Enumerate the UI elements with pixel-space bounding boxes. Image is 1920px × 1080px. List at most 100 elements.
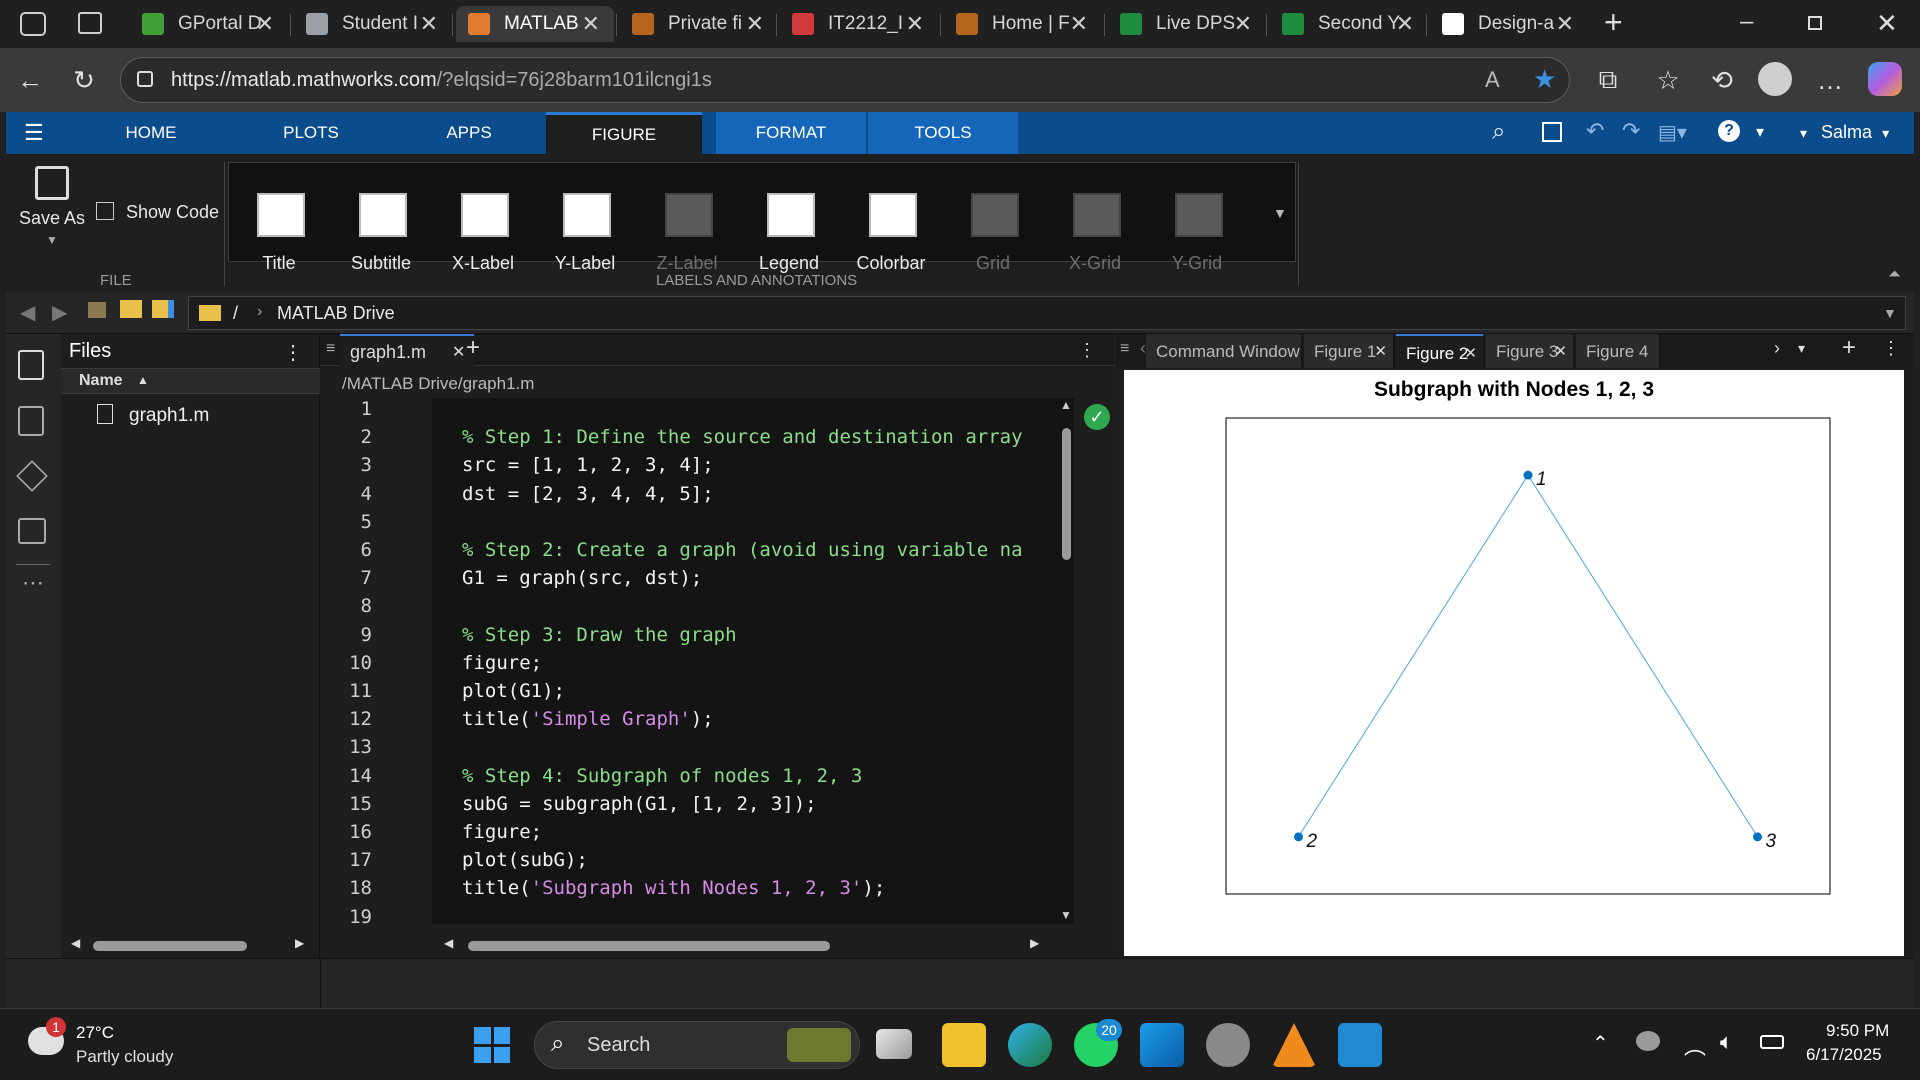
graph-node-2[interactable] (1293, 832, 1303, 842)
favorites-icon[interactable]: ☆ (1650, 62, 1686, 98)
graph-plot[interactable]: 1 2 3 (1124, 370, 1904, 956)
close-icon[interactable]: ✕ (1554, 342, 1567, 360)
figure-tab[interactable]: Figure 4 (1576, 334, 1660, 368)
code-line[interactable]: G1 = graph(src, dst); (462, 567, 702, 589)
close-icon[interactable]: ✕ (1396, 11, 1414, 37)
close-icon[interactable]: ✕ (452, 342, 465, 362)
close-icon[interactable]: ✕ (582, 11, 600, 37)
tab-graph1-m[interactable]: graph1.m ✕ (340, 334, 474, 366)
close-icon[interactable]: ✕ (420, 11, 438, 37)
graph-node-1[interactable] (1523, 470, 1533, 480)
tab-actions-icon[interactable] (78, 12, 102, 34)
url-text[interactable]: https://matlab.mathworks.com/?elqsid=76j… (171, 69, 712, 92)
close-window-button[interactable]: ✕ (1876, 8, 1898, 39)
code-line[interactable]: % Step 2: Create a graph (avoid using va… (462, 539, 1023, 561)
code-line[interactable]: % Step 1: Define the source and destinat… (462, 426, 1023, 448)
search-icon[interactable]: ⌕ (1492, 118, 1505, 146)
graph-node-3[interactable] (1753, 832, 1763, 842)
ribbon-button-0[interactable]: Title (229, 173, 329, 273)
task-view-icon[interactable] (876, 1029, 912, 1059)
ribbon-button-6[interactable]: Colorbar (841, 173, 941, 273)
more-menu-icon[interactable]: … (1812, 62, 1848, 98)
ribbon-button-7[interactable]: Grid (943, 173, 1043, 273)
horizontal-scrollbar[interactable]: ◀ ▶ (444, 936, 1044, 952)
browser-tab[interactable]: Live DPS ✕ (1108, 6, 1266, 42)
back-arrow-icon[interactable]: ◀ (20, 300, 35, 325)
close-icon[interactable]: ✕ (1234, 11, 1252, 37)
tabs-scroll-right-icon[interactable]: › (1774, 338, 1780, 359)
wifi-icon[interactable]: ︵ (1684, 1029, 1706, 1061)
ribbon-button-5[interactable]: Legend (739, 173, 839, 273)
code-line[interactable]: dst = [2, 3, 4, 4, 5]; (462, 483, 714, 505)
hamburger-menu-icon[interactable]: ☰ (24, 120, 44, 146)
address-bar[interactable]: https://matlab.mathworks.com/?elqsid=76j… (120, 57, 1570, 103)
browser-tab[interactable]: Design-a ✕ (1430, 6, 1588, 42)
figure-tab[interactable]: Figure 3 ✕ (1486, 334, 1574, 368)
code-line[interactable]: plot(G1); (462, 680, 565, 702)
forward-arrow-icon[interactable]: ▶ (52, 300, 67, 325)
panel-menu-icon[interactable]: ≡ (1120, 340, 1129, 358)
workspace-icon[interactable] (18, 406, 44, 436)
vertical-scrollbar[interactable]: ▲ ▼ (1058, 398, 1074, 924)
new-folder-icon[interactable] (120, 300, 142, 318)
help-icon[interactable]: ? (1718, 120, 1740, 142)
editor-options-icon[interactable]: ⋮ (1078, 340, 1096, 361)
figure-tab[interactable]: Command Window (1146, 334, 1302, 368)
gallery-expand-icon[interactable]: ▼ (1273, 205, 1287, 221)
close-icon[interactable]: ✕ (1374, 342, 1387, 360)
code-line[interactable]: figure; (462, 652, 542, 674)
show-code-checkbox[interactable] (96, 202, 114, 220)
code-line[interactable]: figure; (462, 821, 542, 843)
clock-date[interactable]: 6/17/2025 (1806, 1045, 1882, 1065)
save-as-button[interactable]: Save As ▼ (12, 166, 92, 266)
collapse-ribbon-icon[interactable]: ⏶ (1888, 266, 1901, 284)
browser-tab[interactable]: MATLAB ✕ (456, 6, 614, 42)
battery-icon[interactable] (1760, 1035, 1784, 1049)
command-history-icon[interactable] (18, 518, 46, 544)
browse-folder-icon[interactable] (152, 300, 174, 318)
browser-tab[interactable]: Student I ✕ (294, 6, 452, 42)
ribbon-button-3[interactable]: Y-Label (535, 173, 635, 273)
chevron-down-icon[interactable]: ▼ (1883, 305, 1897, 321)
show-hidden-icons[interactable]: ⌃ (1592, 1031, 1609, 1056)
close-icon[interactable]: ✕ (746, 11, 764, 37)
redo-icon[interactable]: ↷ (1622, 118, 1640, 144)
undo-icon[interactable]: ↶ (1586, 118, 1604, 144)
workspaces-icon[interactable] (20, 12, 46, 36)
profile-avatar[interactable] (1758, 62, 1792, 96)
tab-home[interactable]: HOME (86, 112, 216, 154)
save-icon[interactable] (1542, 122, 1562, 142)
browser-tab[interactable]: Private fi ✕ (620, 6, 778, 42)
extensions-icon[interactable]: ⧉ (1590, 62, 1626, 98)
browser-tab[interactable]: GPortal D ✕ (130, 6, 288, 42)
photos-icon[interactable] (1140, 1023, 1184, 1067)
files-panel-icon[interactable] (18, 350, 44, 380)
code-line[interactable]: src = [1, 1, 2, 3, 4]; (462, 454, 714, 476)
back-button[interactable]: ← (12, 62, 48, 98)
ribbon-button-2[interactable]: X-Label (433, 173, 533, 273)
tab-format[interactable]: FORMAT (716, 112, 866, 154)
horizontal-scrollbar[interactable]: ◀ ▶ (71, 936, 311, 952)
ribbon-button-9[interactable]: Y-Grid (1147, 173, 1247, 273)
code-analyzer-ok-icon[interactable]: ✓ (1084, 404, 1110, 430)
network-status-icon[interactable] (1636, 1031, 1660, 1051)
close-icon[interactable]: ✕ (906, 11, 924, 37)
ribbon-button-4[interactable]: Z-Label (637, 173, 737, 273)
settings-gear-icon[interactable] (1206, 1023, 1250, 1067)
close-icon[interactable]: ✕ (1556, 11, 1574, 37)
tab-tools[interactable]: TOOLS (868, 112, 1018, 154)
tabs-list-icon[interactable]: ▾ (1798, 340, 1805, 357)
clock-time[interactable]: 9:50 PM (1826, 1021, 1889, 1041)
new-file-tab-button[interactable]: + (466, 334, 480, 362)
path-folder[interactable]: MATLAB Drive (277, 303, 395, 324)
close-icon[interactable]: ✕ (256, 11, 274, 37)
layout-icon[interactable]: ▤▾ (1658, 120, 1687, 145)
browser-tab[interactable]: Second Y ✕ (1270, 6, 1428, 42)
more-panels-icon[interactable]: ⋯ (22, 570, 44, 596)
code-line[interactable]: % Step 4: Subgraph of nodes 1, 2, 3 (462, 765, 862, 787)
copilot-icon[interactable] (1868, 62, 1902, 96)
restore-button[interactable] (1808, 16, 1822, 30)
add-ons-icon[interactable] (16, 460, 48, 492)
editor-menu-icon[interactable]: ≡ (326, 340, 335, 358)
weather-widget[interactable]: 1 27°C Partly cloudy (28, 1017, 208, 1071)
